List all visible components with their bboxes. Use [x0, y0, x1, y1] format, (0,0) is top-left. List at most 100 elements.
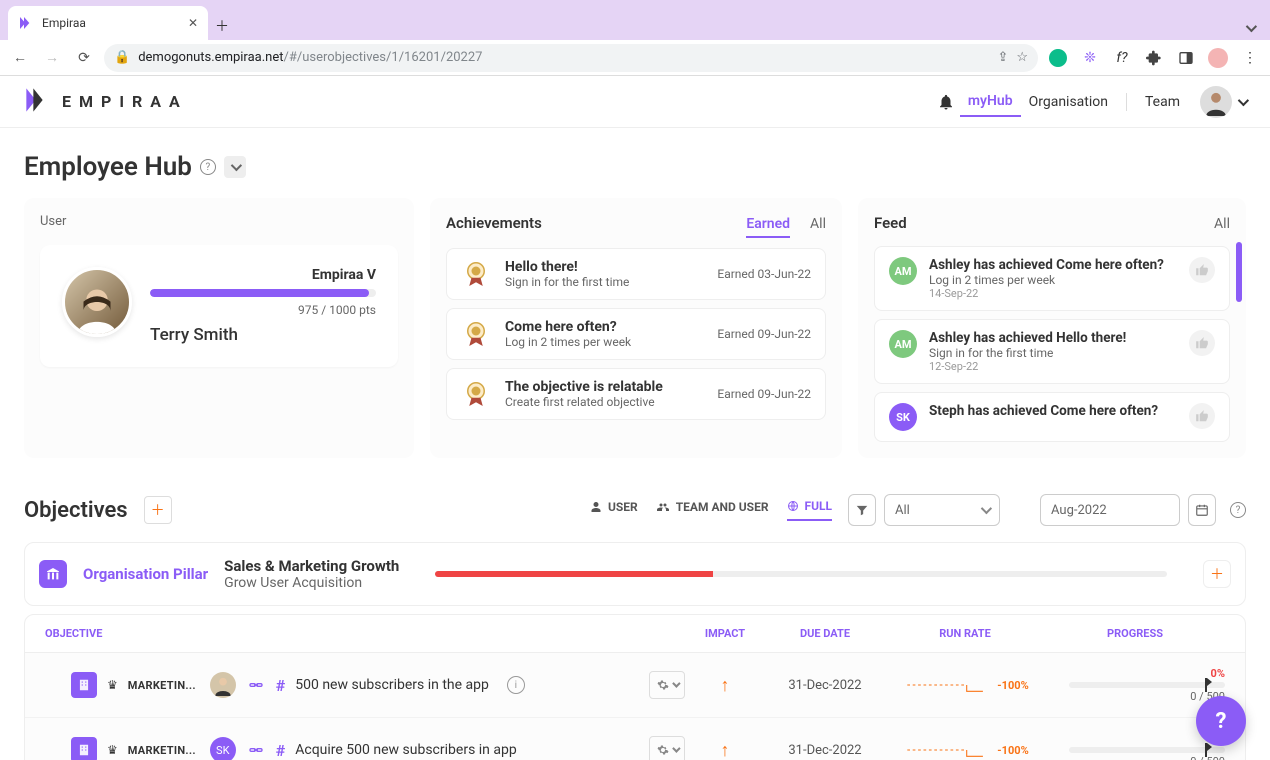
feed-item[interactable]: SKSteph has achieved Come here often? — [874, 392, 1230, 442]
nav-separator — [1126, 93, 1127, 111]
user-name: Terry Smith — [150, 325, 376, 345]
user-menu[interactable] — [1200, 86, 1246, 118]
row-settings-button[interactable] — [649, 671, 685, 699]
team-tag: MARKETIN... — [128, 744, 200, 757]
row-avatar — [210, 672, 236, 698]
page-header: Employee Hub ? — [24, 152, 1246, 182]
objective-name: 500 new subscribers in the app — [295, 677, 489, 693]
pillar-progress-bar — [435, 571, 1167, 577]
reload-button[interactable]: ⟳ — [72, 46, 96, 70]
col-due: DUE DATE — [765, 627, 885, 640]
pillar-subtitle: Grow User Acquisition — [224, 575, 399, 591]
feed-item[interactable]: AMAshley has achieved Hello there!Sign i… — [874, 319, 1230, 384]
objective-row[interactable]: ♛MARKETIN...SK#Acquire 500 new subscribe… — [25, 718, 1245, 760]
achievement-name: The objective is relatable — [505, 379, 703, 395]
pillar-icon — [39, 560, 67, 588]
period-select[interactable]: Aug-2022 — [1040, 494, 1180, 526]
extension-icon-1[interactable] — [1046, 46, 1070, 70]
link-icon — [246, 740, 266, 760]
view-tab-full[interactable]: FULL — [787, 499, 832, 521]
new-tab-button[interactable]: ＋ — [208, 12, 236, 40]
extensions-menu-icon[interactable] — [1142, 46, 1166, 70]
extension-icon-2[interactable]: ❊ — [1078, 46, 1102, 70]
forward-button: → — [40, 46, 64, 70]
lock-icon: 🔒 — [114, 50, 130, 65]
nav-organisation[interactable]: Organisation — [1021, 88, 1116, 116]
help-icon[interactable]: ? — [200, 159, 216, 175]
back-button[interactable]: ← — [8, 46, 32, 70]
org-icon — [71, 737, 97, 760]
browser-toolbar: ← → ⟳ 🔒 demogonuts.empiraa.net/#/userobj… — [0, 40, 1270, 76]
objective-row[interactable]: ♛MARKETIN...#500 new subscribers in the … — [25, 653, 1245, 718]
user-panel: User Empiraa V 975 / 1000 pts Terry Smit… — [24, 198, 414, 458]
achievements-tab-all[interactable]: All — [810, 216, 826, 238]
feed-subtext: Sign in for the first time — [929, 346, 1177, 360]
filter-select[interactable]: All — [884, 494, 1000, 526]
like-button[interactable] — [1189, 257, 1215, 283]
browser-menu-icon[interactable]: ⋮ — [1238, 46, 1262, 70]
panel-icon[interactable] — [1174, 46, 1198, 70]
link-icon — [246, 675, 266, 695]
app-topbar: EMPIRAA myHub Organisation Team — [0, 76, 1270, 128]
pillar-add-button[interactable]: ＋ — [1203, 560, 1231, 588]
objectives-header: Objectives ＋ USER TEAM AND USER FULL — [24, 494, 1246, 526]
achievement-item[interactable]: Hello there!Sign in for the first timeEa… — [446, 248, 826, 300]
run-rate-value: -100% — [997, 744, 1028, 757]
tab-title: Empiraa — [42, 16, 86, 30]
feed-tab-all[interactable]: All — [1214, 216, 1230, 236]
achievement-date: Earned 03-Jun-22 — [717, 267, 811, 281]
favicon — [18, 15, 34, 31]
view-tab-team[interactable]: TEAM AND USER — [656, 499, 769, 521]
filter-icon-button[interactable] — [848, 494, 876, 526]
url-host: demogonuts.empiraa.net — [138, 50, 283, 65]
page-dropdown[interactable] — [224, 156, 246, 178]
help-fab-button[interactable]: ? — [1196, 696, 1246, 746]
nav-myhub[interactable]: myHub — [960, 87, 1021, 117]
info-icon[interactable]: i — [507, 676, 525, 694]
due-date: 31-Dec-2022 — [765, 743, 885, 758]
page-title: Employee Hub — [24, 152, 192, 182]
achievements-title: Achievements — [446, 214, 542, 232]
objectives-help-icon[interactable]: ? — [1230, 502, 1246, 518]
row-settings-button[interactable] — [649, 736, 685, 760]
tabs-dropdown-icon[interactable] — [1238, 16, 1262, 40]
like-button[interactable] — [1189, 403, 1215, 429]
like-button[interactable] — [1189, 330, 1215, 356]
feed-date: 12-Sep-22 — [929, 360, 1177, 373]
share-icon[interactable]: ⇪ — [997, 50, 1008, 65]
pillar-row: Organisation Pillar Sales & Marketing Gr… — [24, 542, 1246, 606]
calendar-icon-button[interactable] — [1188, 494, 1216, 526]
feed-panel: Feed All AMAshley has achieved Come here… — [858, 198, 1246, 458]
achievement-item[interactable]: Come here often?Log in 2 times per weekE… — [446, 308, 826, 360]
extension-icon-3[interactable]: f? — [1110, 46, 1134, 70]
progress-fraction: 0 / 500 — [1190, 755, 1225, 760]
run-rate-value: -100% — [997, 679, 1028, 692]
profile-avatar-browser[interactable] — [1206, 46, 1230, 70]
address-bar[interactable]: 🔒 demogonuts.empiraa.net/#/userobjective… — [104, 44, 1038, 72]
achievement-desc: Create first related objective — [505, 395, 703, 409]
app-logo[interactable]: EMPIRAA — [24, 86, 188, 118]
bookmark-icon[interactable]: ☆ — [1016, 50, 1028, 65]
pillar-label[interactable]: Organisation Pillar — [83, 565, 208, 583]
feed-scrollbar[interactable] — [1236, 242, 1242, 302]
progress-bar — [1069, 747, 1225, 753]
due-date: 31-Dec-2022 — [765, 678, 885, 693]
achievement-date: Earned 09-Jun-22 — [717, 327, 811, 341]
row-avatar: SK — [210, 737, 236, 760]
feed-subtext: Log in 2 times per week — [929, 273, 1177, 287]
nav-team[interactable]: Team — [1137, 88, 1188, 116]
view-tab-user[interactable]: USER — [590, 499, 638, 521]
achievement-name: Hello there! — [505, 259, 703, 275]
user-card: Empiraa V 975 / 1000 pts Terry Smith — [40, 245, 398, 367]
user-progress-bar — [150, 289, 376, 297]
achievement-item[interactable]: The objective is relatableCreate first r… — [446, 368, 826, 420]
col-objective: OBJECTIVE — [45, 627, 685, 640]
achievements-tab-earned[interactable]: Earned — [746, 216, 790, 238]
user-points: 975 / 1000 pts — [150, 303, 376, 317]
feed-item[interactable]: AMAshley has achieved Come here often?Lo… — [874, 246, 1230, 311]
hash-icon: # — [276, 741, 285, 760]
browser-tab[interactable]: Empiraa ✕ — [8, 6, 208, 40]
add-objective-button[interactable]: ＋ — [144, 496, 172, 524]
notifications-icon[interactable] — [932, 88, 960, 116]
close-tab-icon[interactable]: ✕ — [188, 16, 198, 30]
